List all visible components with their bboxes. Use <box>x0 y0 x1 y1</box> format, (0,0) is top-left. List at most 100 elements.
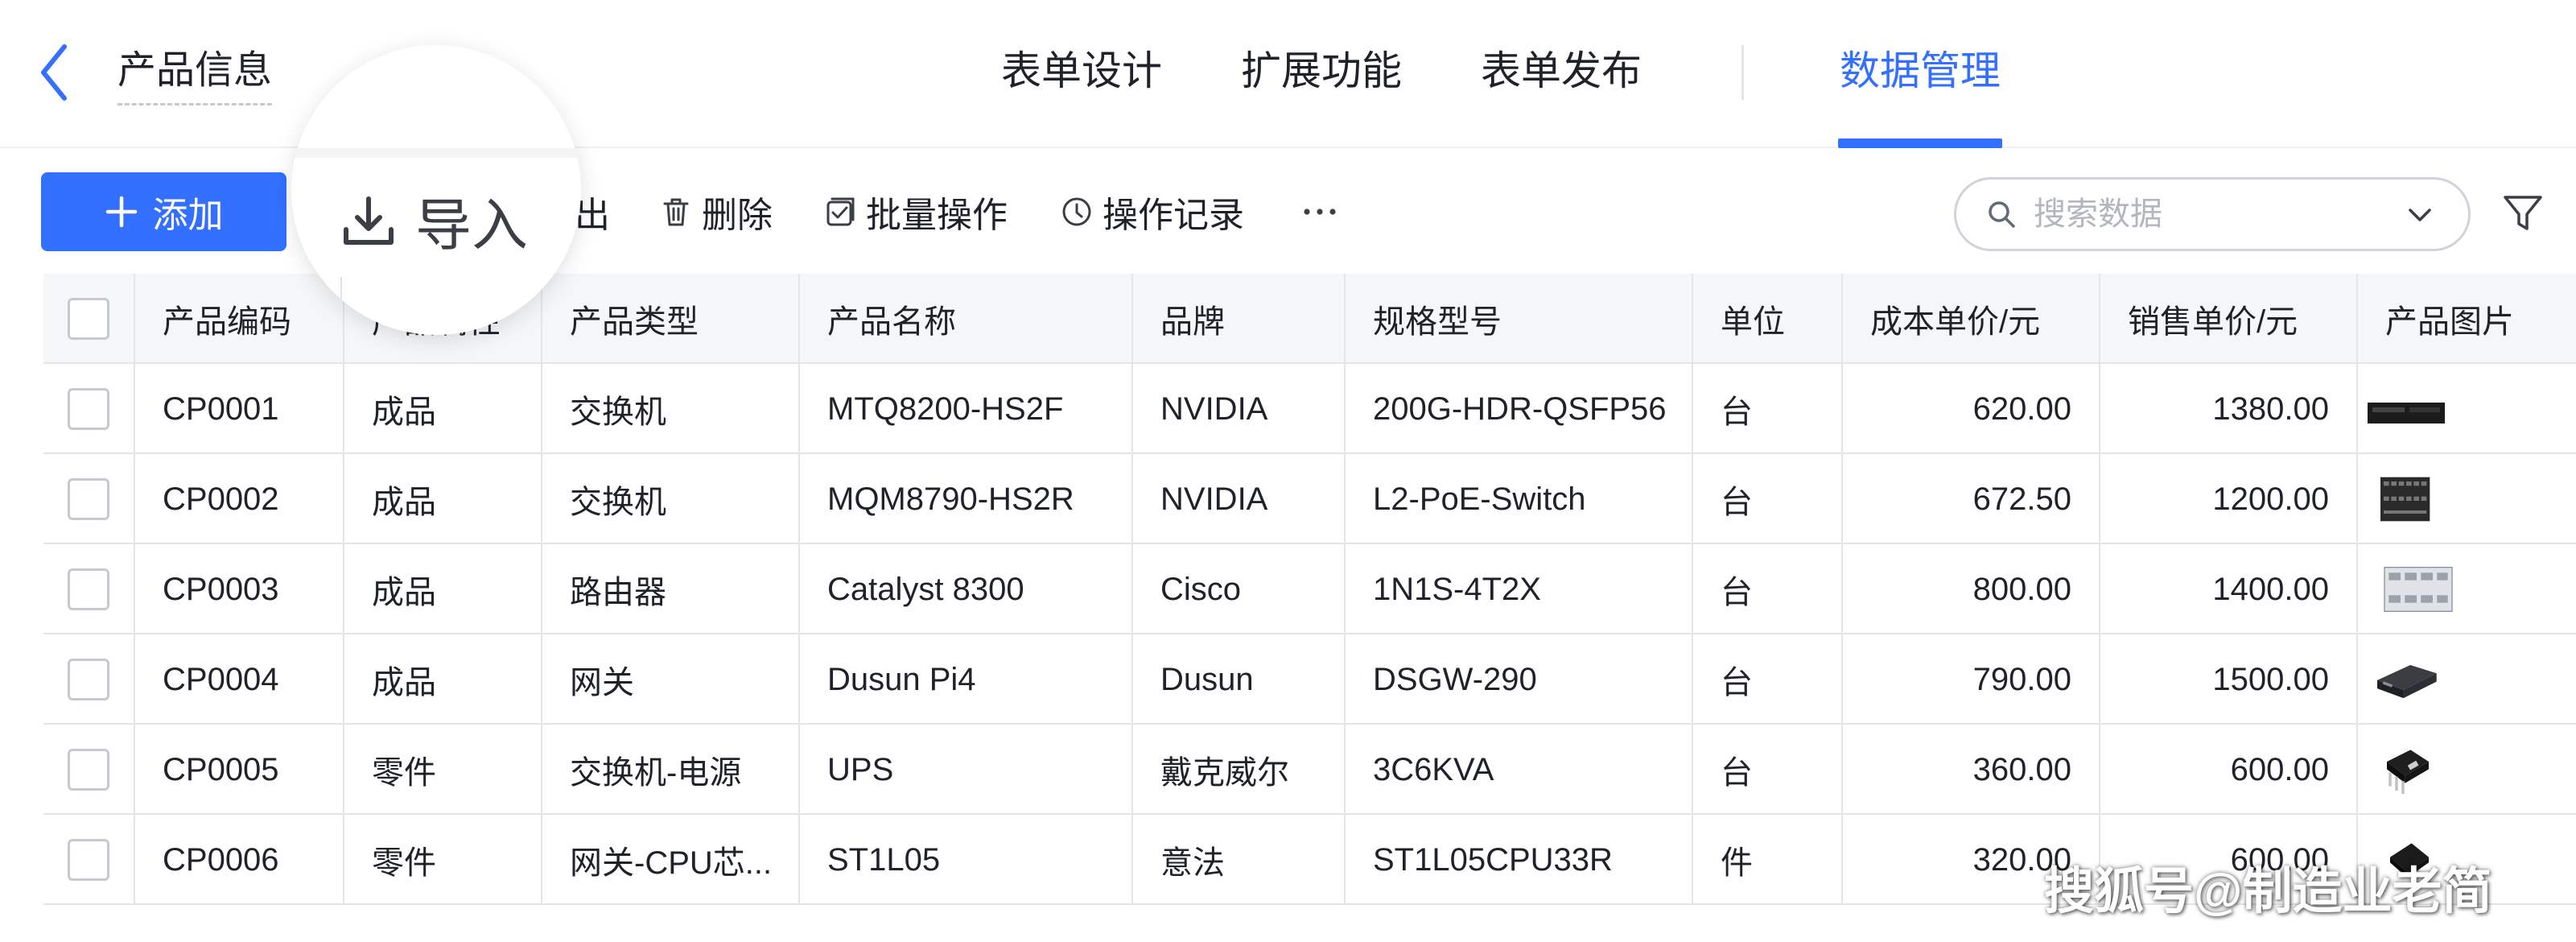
row-select-cell <box>43 364 135 454</box>
search-box[interactable] <box>1954 177 2471 251</box>
cell-code: CP0004 <box>135 634 344 725</box>
cell-unit: 台 <box>1693 725 1843 815</box>
column-header-cost[interactable]: 成本单价/元 <box>1843 274 2100 364</box>
tab-form-design[interactable]: 表单设计 <box>1001 40 1162 101</box>
cell-attribute: 成品 <box>344 634 542 725</box>
cell-brand: NVIDIA <box>1133 364 1346 454</box>
page-title[interactable]: 产品信息 <box>117 40 273 105</box>
cell-name: Catalyst 8300 <box>800 544 1133 634</box>
row-select-cell <box>43 544 135 634</box>
cell-brand: NVIDIA <box>1133 454 1346 544</box>
download-icon <box>344 196 394 245</box>
column-header-price[interactable]: 销售单价/元 <box>2100 274 2358 364</box>
switch-front-panel-image[interactable] <box>2366 475 2446 523</box>
batch-operation-label: 批量操作 <box>866 196 1008 235</box>
row-checkbox[interactable] <box>68 568 109 610</box>
table-row[interactable]: CP0002 成品 交换机 MQM8790-HS2R NVIDIA L2-PoE-Swit… <box>43 454 2576 544</box>
cell-price: 1380.00 <box>2100 364 2358 454</box>
cell-image[interactable] <box>2358 634 2576 725</box>
cell-spec: L2-PoE-Switch <box>1346 454 1693 544</box>
table-row[interactable]: CP0005 零件 交换机-电源 UPS 戴克威尔 3C6KVA 台 360.00 600.00 <box>43 725 2576 815</box>
row-checkbox[interactable] <box>68 749 109 791</box>
plus-icon <box>105 196 137 228</box>
filter-icon[interactable] <box>2501 192 2545 235</box>
cell-brand: 戴克威尔 <box>1133 725 1346 815</box>
delete-button[interactable]: 删除 <box>660 187 773 237</box>
cell-type: 网关 <box>542 634 800 725</box>
operation-history-button[interactable]: 操作记录 <box>1061 187 1244 237</box>
cell-unit: 台 <box>1693 634 1843 725</box>
row-checkbox[interactable] <box>68 478 109 520</box>
column-header-spec[interactable]: 规格型号 <box>1346 274 1693 364</box>
add-button-label: 添加 <box>152 196 224 235</box>
column-header-type[interactable]: 产品类型 <box>542 274 800 364</box>
cell-code: CP0005 <box>135 725 344 815</box>
column-header-name[interactable]: 产品名称 <box>800 274 1133 364</box>
tab-form-publish[interactable]: 表单发布 <box>1481 40 1642 101</box>
tab-data-management[interactable]: 数据管理 <box>1840 40 2001 101</box>
operation-history-label: 操作记录 <box>1103 196 1244 235</box>
row-select-cell <box>43 634 135 725</box>
trash-icon <box>663 198 689 226</box>
cell-image[interactable] <box>2358 454 2576 544</box>
cell-type: 交换机 <box>542 454 800 544</box>
row-select-cell <box>43 454 135 544</box>
column-header-code[interactable]: 产品编码 <box>135 274 344 364</box>
import-button-label: 导入 <box>415 194 528 257</box>
cell-price: 1500.00 <box>2100 634 2358 725</box>
cell-attribute: 成品 <box>344 454 542 544</box>
table-row[interactable]: CP0004 成品 网关 Dusun Pi4 Dusun DSGW-290 台 790.00 1… <box>43 634 2576 725</box>
cell-spec: 1N1S-4T2X <box>1346 544 1693 634</box>
back-arrow-icon[interactable] <box>35 40 74 105</box>
cell-code: CP0002 <box>135 454 344 544</box>
cell-unit: 台 <box>1693 454 1843 544</box>
cell-image[interactable] <box>2358 364 2576 454</box>
cell-cost: 620.00 <box>1843 364 2100 454</box>
cell-code: CP0006 <box>135 815 344 905</box>
search-input[interactable] <box>2034 196 2380 233</box>
cell-cost: 790.00 <box>1843 634 2100 725</box>
select-all-checkbox[interactable] <box>68 298 109 340</box>
magnifier-header-edge <box>291 148 581 158</box>
table-row[interactable]: CP0001 成品 交换机 MTQ8200-HS2F NVIDIA 200G-HDR-QS… <box>43 364 2576 454</box>
batch-operation-button[interactable]: 批量操作 <box>824 187 1008 237</box>
row-checkbox[interactable] <box>68 388 109 430</box>
watermark: 搜狐号@制造业老简 <box>2044 864 2492 919</box>
cell-name: Dusun Pi4 <box>800 634 1133 725</box>
cell-name: MTQ8200-HS2F <box>800 364 1133 454</box>
cell-cost: 800.00 <box>1843 544 2100 634</box>
gateway-box-image[interactable] <box>2366 655 2446 704</box>
router-image[interactable] <box>2366 565 2471 614</box>
cell-cost: 360.00 <box>1843 725 2100 815</box>
cell-attribute: 成品 <box>344 364 542 454</box>
row-checkbox[interactable] <box>68 839 109 881</box>
row-select-cell <box>43 725 135 815</box>
table-row[interactable]: CP0003 成品 路由器 Catalyst 8300 Cisco 1N1S-4T2X 台 8… <box>43 544 2576 634</box>
cell-name: ST1L05 <box>800 815 1133 905</box>
add-button[interactable]: 添加 <box>41 172 286 251</box>
cell-price: 1200.00 <box>2100 454 2358 544</box>
tab-extensions[interactable]: 扩展功能 <box>1241 40 1402 101</box>
cell-image[interactable] <box>2358 544 2576 634</box>
column-header-brand[interactable]: 品牌 <box>1133 274 1346 364</box>
clock-icon <box>1062 197 1091 226</box>
magnifier-callout: 导入 <box>291 45 581 335</box>
row-checkbox[interactable] <box>68 659 109 700</box>
more-options-icon[interactable] <box>1297 187 1342 237</box>
column-header-unit[interactable]: 单位 <box>1693 274 1843 364</box>
cell-price: 600.00 <box>2100 725 2358 815</box>
cell-attribute: 零件 <box>344 725 542 815</box>
cell-price: 1400.00 <box>2100 544 2358 634</box>
active-tab-indicator <box>1838 138 2002 148</box>
power-chip-image[interactable] <box>2366 746 2446 794</box>
magnifier-column-divider <box>340 277 342 335</box>
import-button[interactable]: 导入 <box>340 180 528 262</box>
cell-image[interactable] <box>2358 725 2576 815</box>
cell-brand: Cisco <box>1133 544 1346 634</box>
delete-button-label: 删除 <box>702 196 773 235</box>
search-icon <box>1989 201 2015 228</box>
switch-1u-image[interactable] <box>2366 385 2446 433</box>
column-header-image[interactable]: 产品图片 <box>2358 274 2576 364</box>
chevron-down-icon[interactable] <box>2404 199 2436 231</box>
batch-check-icon <box>826 197 855 226</box>
